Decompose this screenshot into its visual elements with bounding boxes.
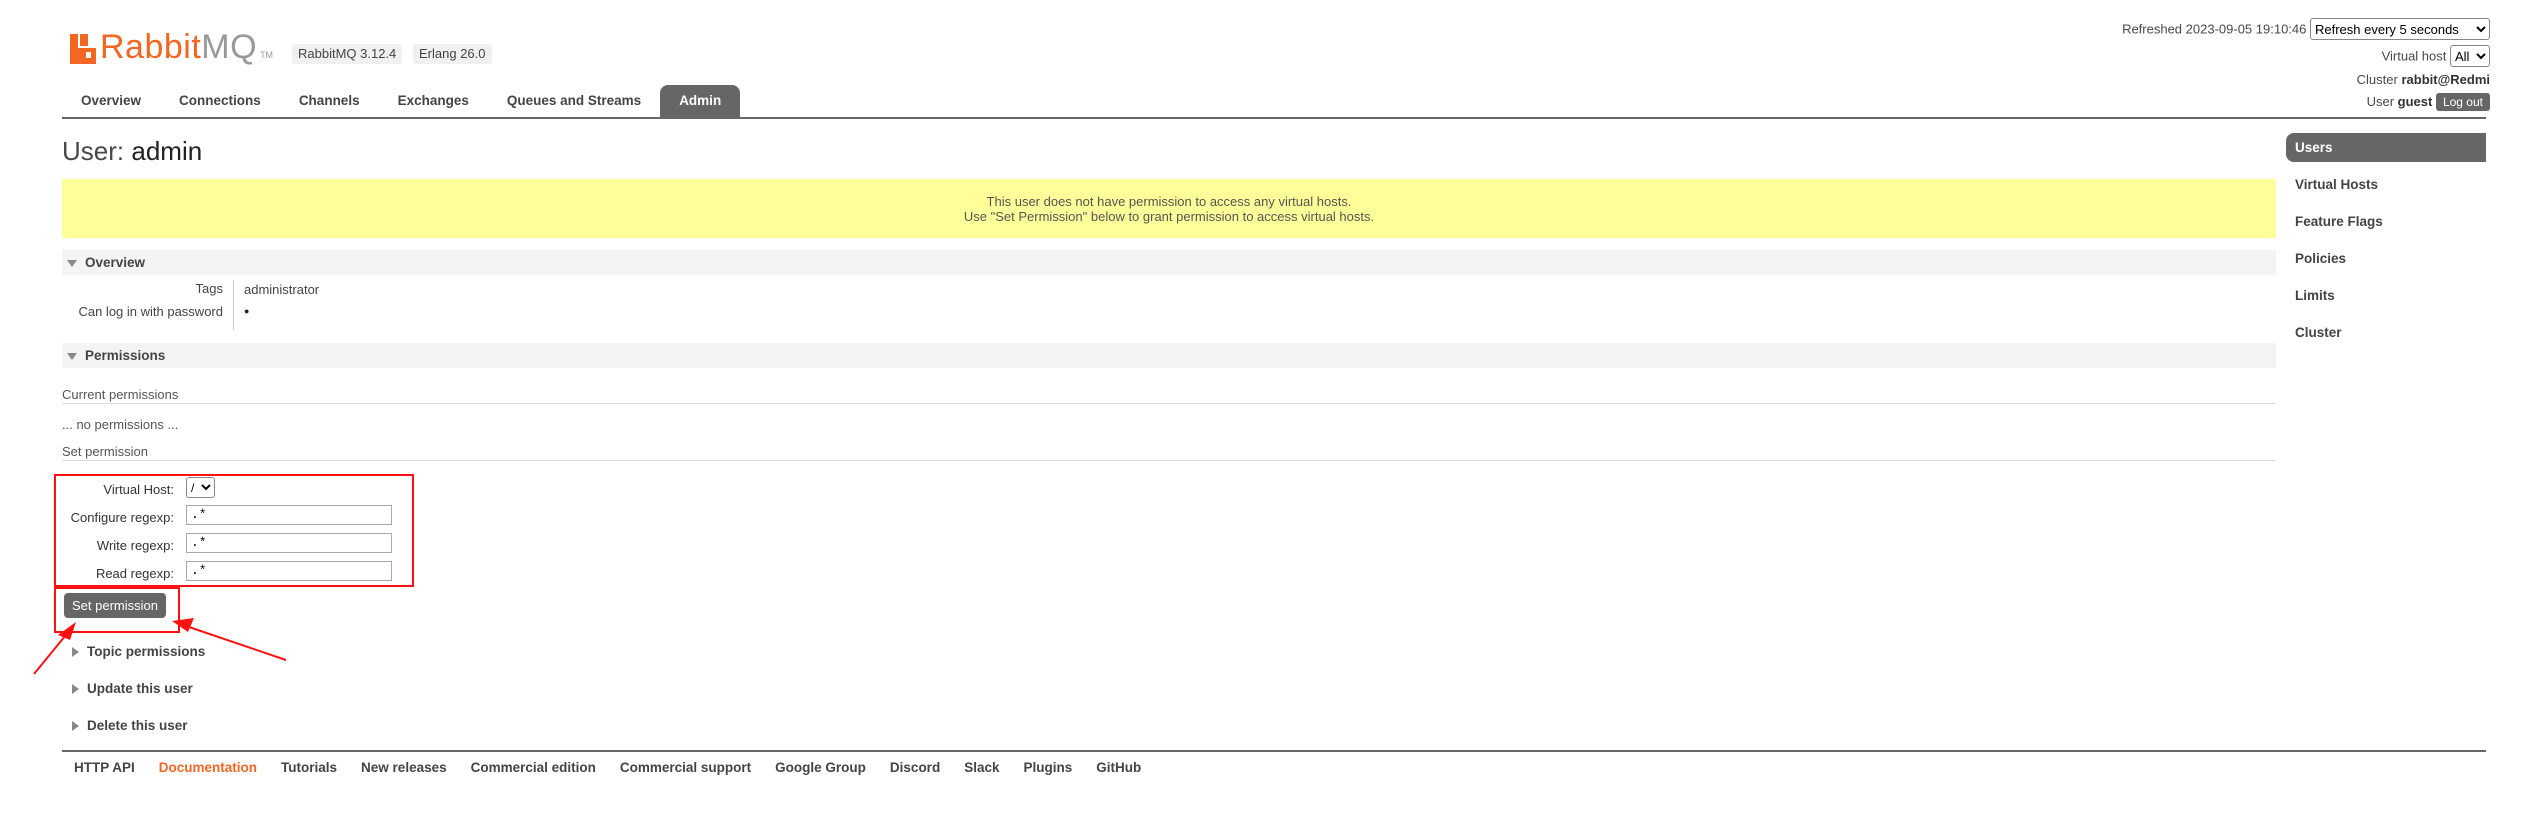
divider [62,460,2276,461]
page-title: User: admin [62,136,202,167]
page-title-username: admin [131,136,203,166]
divider [62,403,2276,404]
no-permission-warning: This user does not have permission to ac… [62,179,2276,238]
footer-link-commercial-edition[interactable]: Commercial edition [459,760,608,775]
logo-wordmark: RabbitMQ [100,28,258,66]
refresh-status: Refreshed 2023-09-05 19:10:46 Refresh ev… [2122,18,2490,40]
collapsed-triangle-icon [72,684,79,695]
annotation-form-highlight [54,474,414,587]
footer-links: HTTP API Documentation Tutorials New rel… [62,760,1153,775]
user-name: guest [2397,94,2433,109]
update-user-section[interactable]: Update this user [62,681,193,696]
footer-divider [62,750,2486,752]
side-nav-virtual-hosts[interactable]: Virtual Hosts [2286,170,2486,207]
footer-link-tutorials[interactable]: Tutorials [269,760,349,775]
refresh-interval-select[interactable]: Refresh every 5 seconds [2310,18,2490,40]
cluster-label: Cluster [2356,72,2398,87]
erlang-version-badge: Erlang 26.0 [413,44,492,64]
logo-trademark: TM [260,50,274,60]
footer-link-discord[interactable]: Discord [878,760,952,775]
page-title-prefix: User: [62,136,125,166]
delete-user-label: Delete this user [87,718,188,733]
annotation-arrows [33,618,287,675]
side-nav-policies[interactable]: Policies [2286,244,2486,281]
collapsed-triangle-icon [72,647,79,658]
tabs-divider [62,117,2486,119]
topic-permissions-label: Topic permissions [87,644,206,659]
warning-line-2: Use "Set Permission" below to grant perm… [963,209,1375,224]
admin-side-nav: Users Virtual Hosts Feature Flags Polici… [2286,133,2486,355]
topic-permissions-section[interactable]: Topic permissions [62,644,205,659]
tab-exchanges[interactable]: Exchanges [379,85,488,117]
rabbitmq-logo-icon [70,34,96,64]
tags-value: administrator [244,282,320,297]
overview-section-header[interactable]: Overview [62,250,2276,275]
overview-heading: Overview [85,255,146,270]
side-nav-cluster[interactable]: Cluster [2286,318,2486,355]
expanded-triangle-icon [67,352,77,360]
user-label: User [2366,94,2395,109]
footer-link-commercial-support[interactable]: Commercial support [608,760,763,775]
side-nav-users[interactable]: Users [2286,133,2486,162]
cluster-info: Cluster rabbit@Redmi [2357,72,2490,87]
cluster-name: rabbit@Redmi [2401,72,2490,87]
permissions-section-header[interactable]: Permissions [62,343,2276,368]
footer-link-github[interactable]: GitHub [1084,760,1153,775]
footer-link-http-api[interactable]: HTTP API [62,760,147,775]
footer-link-new-releases[interactable]: New releases [349,760,459,775]
expanded-triangle-icon [67,259,77,267]
refreshed-timestamp: Refreshed 2023-09-05 19:10:46 [2122,21,2307,37]
tab-channels[interactable]: Channels [280,85,379,117]
main-tabs: Overview Connections Channels Exchanges … [62,85,741,117]
delete-user-section[interactable]: Delete this user [62,718,188,733]
footer-link-google-group[interactable]: Google Group [763,760,878,775]
no-permissions-text: ... no permissions ... [62,417,179,432]
current-permissions-heading: Current permissions [62,387,179,402]
update-user-label: Update this user [87,681,193,696]
collapsed-triangle-icon [72,721,79,732]
user-info: User guest Log out [2367,93,2490,111]
warning-line-1: This user does not have permission to ac… [986,194,1352,209]
tab-admin[interactable]: Admin [660,85,741,117]
vhost-filter-select[interactable]: All [2450,45,2490,67]
login-with-password-value: ● [244,306,250,316]
rabbitmq-version-badge: RabbitMQ 3.12.4 [292,44,403,64]
footer-link-documentation[interactable]: Documentation [147,760,269,775]
rabbitmq-logo[interactable]: RabbitMQ TM [70,24,273,64]
logout-button[interactable]: Log out [2435,93,2490,111]
login-with-password-label: Can log in with password [78,304,223,319]
tags-label: Tags [195,281,223,296]
vhost-filter: Virtual host All [2382,45,2490,67]
tab-overview[interactable]: Overview [62,85,160,117]
permissions-heading: Permissions [85,348,166,363]
tab-queues-and-streams[interactable]: Queues and Streams [488,85,660,117]
side-nav-limits[interactable]: Limits [2286,281,2486,318]
footer-link-plugins[interactable]: Plugins [1011,760,1084,775]
vhost-filter-label: Virtual host [2381,48,2447,64]
set-permission-heading: Set permission [62,444,148,459]
side-nav-feature-flags[interactable]: Feature Flags [2286,207,2486,244]
overview-divider [233,280,234,330]
tab-connections[interactable]: Connections [160,85,280,117]
footer-link-slack[interactable]: Slack [952,760,1011,775]
